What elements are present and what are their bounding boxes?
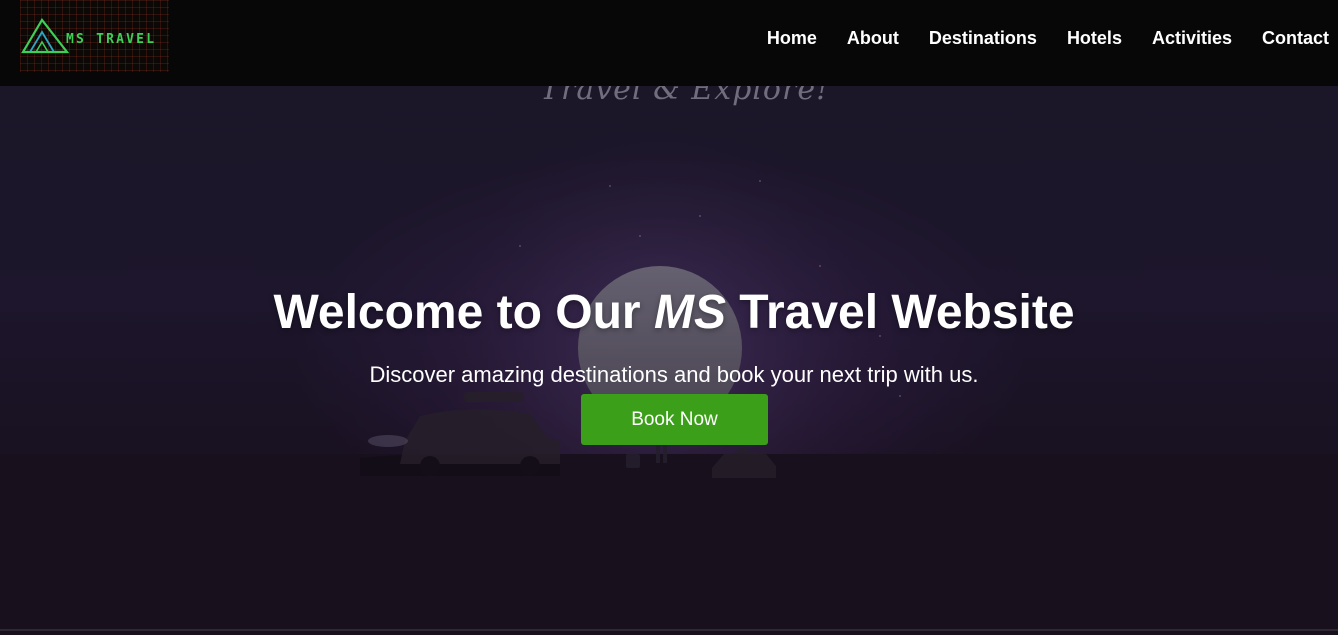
nav-activities[interactable]: Activities (1152, 27, 1232, 49)
book-now-button[interactable]: Book Now (581, 394, 768, 445)
nav-contact[interactable]: Contact (1262, 27, 1329, 49)
mountain-logo-icon (21, 18, 70, 54)
title-end: Travel Website (725, 286, 1075, 339)
nav-destinations[interactable]: Destinations (929, 27, 1037, 49)
nav-home[interactable]: Home (767, 27, 817, 49)
page-bottom-divider (0, 629, 1338, 631)
hero-title: Welcome to Our MS Travel Website (0, 285, 1338, 341)
title-brand: MS (653, 286, 726, 339)
hero-subtitle: Discover amazing destinations and book y… (369, 362, 979, 387)
navbar: MS TRAVEL Home About Destinations Hotels… (0, 0, 1338, 86)
site-logo[interactable]: MS TRAVEL (20, 0, 169, 72)
main-nav: Home About Destinations Hotels Activitie… (767, 27, 1329, 49)
nav-hotels[interactable]: Hotels (1067, 27, 1122, 49)
hero-section: Travel & Explore! Welcome to Our MS Trav… (0, 86, 1338, 635)
background-script-text: Travel & Explore! (540, 86, 830, 107)
logo-text: MS TRAVEL (66, 32, 157, 47)
title-start: Welcome to Our (273, 286, 654, 339)
nav-about[interactable]: About (847, 27, 899, 49)
